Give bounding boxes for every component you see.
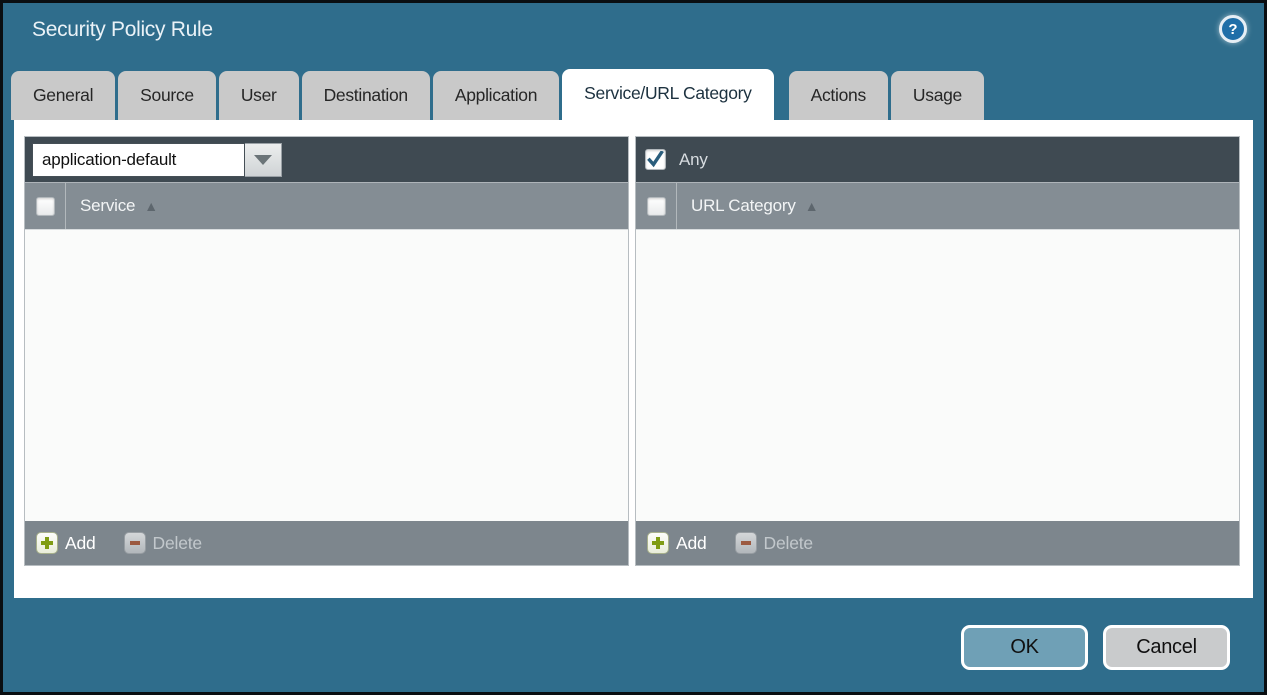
add-plus-icon — [647, 532, 669, 554]
service-add-button[interactable]: Add — [36, 532, 96, 554]
service-footer: Add Delete — [25, 521, 628, 565]
url-category-select-all-checkbox[interactable] — [647, 197, 666, 216]
title-bar: Security Policy Rule ? — [3, 3, 1264, 65]
url-category-column-header[interactable]: URL Category — [691, 196, 796, 216]
dialog-buttons: OK Cancel — [961, 625, 1230, 670]
tab-content: application-default Service ▲ — [14, 120, 1253, 598]
service-panel: application-default Service ▲ — [24, 136, 629, 566]
url-category-add-button[interactable]: Add — [647, 532, 707, 554]
help-icon[interactable]: ? — [1219, 15, 1247, 43]
add-plus-icon — [36, 532, 58, 554]
url-category-panel: Any URL Category ▲ — [635, 136, 1240, 566]
service-toolbar: application-default — [25, 137, 628, 182]
service-type-dropdown[interactable]: application-default — [32, 143, 282, 177]
security-policy-rule-dialog: Security Policy Rule ? General Source Us… — [0, 0, 1267, 695]
tab-user[interactable]: User — [219, 71, 299, 120]
tab-bar: General Source User Destination Applicat… — [11, 69, 984, 120]
url-category-footer: Add Delete — [636, 521, 1239, 565]
tab-service-url-category[interactable]: Service/URL Category — [562, 69, 773, 120]
service-select-all-checkbox[interactable] — [36, 197, 55, 216]
ok-button[interactable]: OK — [961, 625, 1088, 670]
service-type-dropdown-button[interactable] — [245, 143, 282, 177]
tab-actions[interactable]: Actions — [789, 71, 888, 120]
any-checkbox-label[interactable]: Any — [679, 150, 708, 170]
delete-minus-icon — [124, 532, 146, 554]
url-category-toolbar: Any — [636, 137, 1239, 182]
tab-application[interactable]: Application — [433, 71, 559, 120]
sort-asc-icon[interactable]: ▲ — [805, 198, 819, 214]
tab-destination[interactable]: Destination — [302, 71, 430, 120]
tab-source[interactable]: Source — [118, 71, 216, 120]
service-delete-button[interactable]: Delete — [124, 532, 202, 554]
chevron-down-icon — [254, 155, 272, 165]
service-table-body[interactable] — [25, 229, 628, 521]
url-category-table-body[interactable] — [636, 229, 1239, 521]
dialog-title: Security Policy Rule — [32, 18, 213, 42]
url-category-table-header: URL Category ▲ — [636, 182, 1239, 229]
service-table-header: Service ▲ — [25, 182, 628, 229]
url-category-delete-button[interactable]: Delete — [735, 532, 813, 554]
service-type-dropdown-value[interactable]: application-default — [32, 143, 245, 177]
tab-usage[interactable]: Usage — [891, 71, 984, 120]
cancel-button[interactable]: Cancel — [1103, 625, 1230, 670]
sort-asc-icon[interactable]: ▲ — [144, 198, 158, 214]
delete-minus-icon — [735, 532, 757, 554]
any-checkbox[interactable] — [645, 149, 666, 170]
service-column-header[interactable]: Service — [80, 196, 135, 216]
tab-general[interactable]: General — [11, 71, 115, 120]
checkmark-icon — [647, 151, 664, 168]
